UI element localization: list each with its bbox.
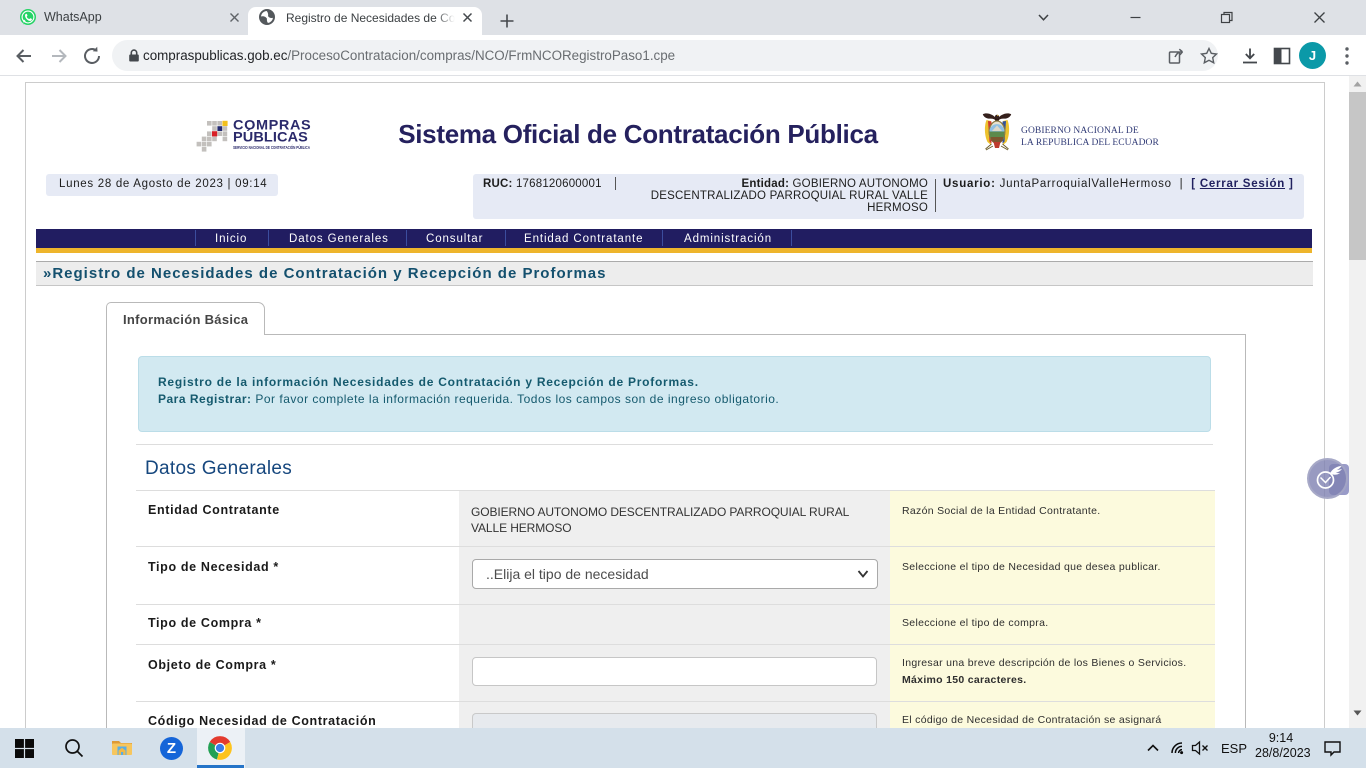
svg-text:SERVICIO NACIONAL DE CONTRATAC: SERVICIO NACIONAL DE CONTRATACIÓN PÚBLIC… xyxy=(233,144,310,150)
